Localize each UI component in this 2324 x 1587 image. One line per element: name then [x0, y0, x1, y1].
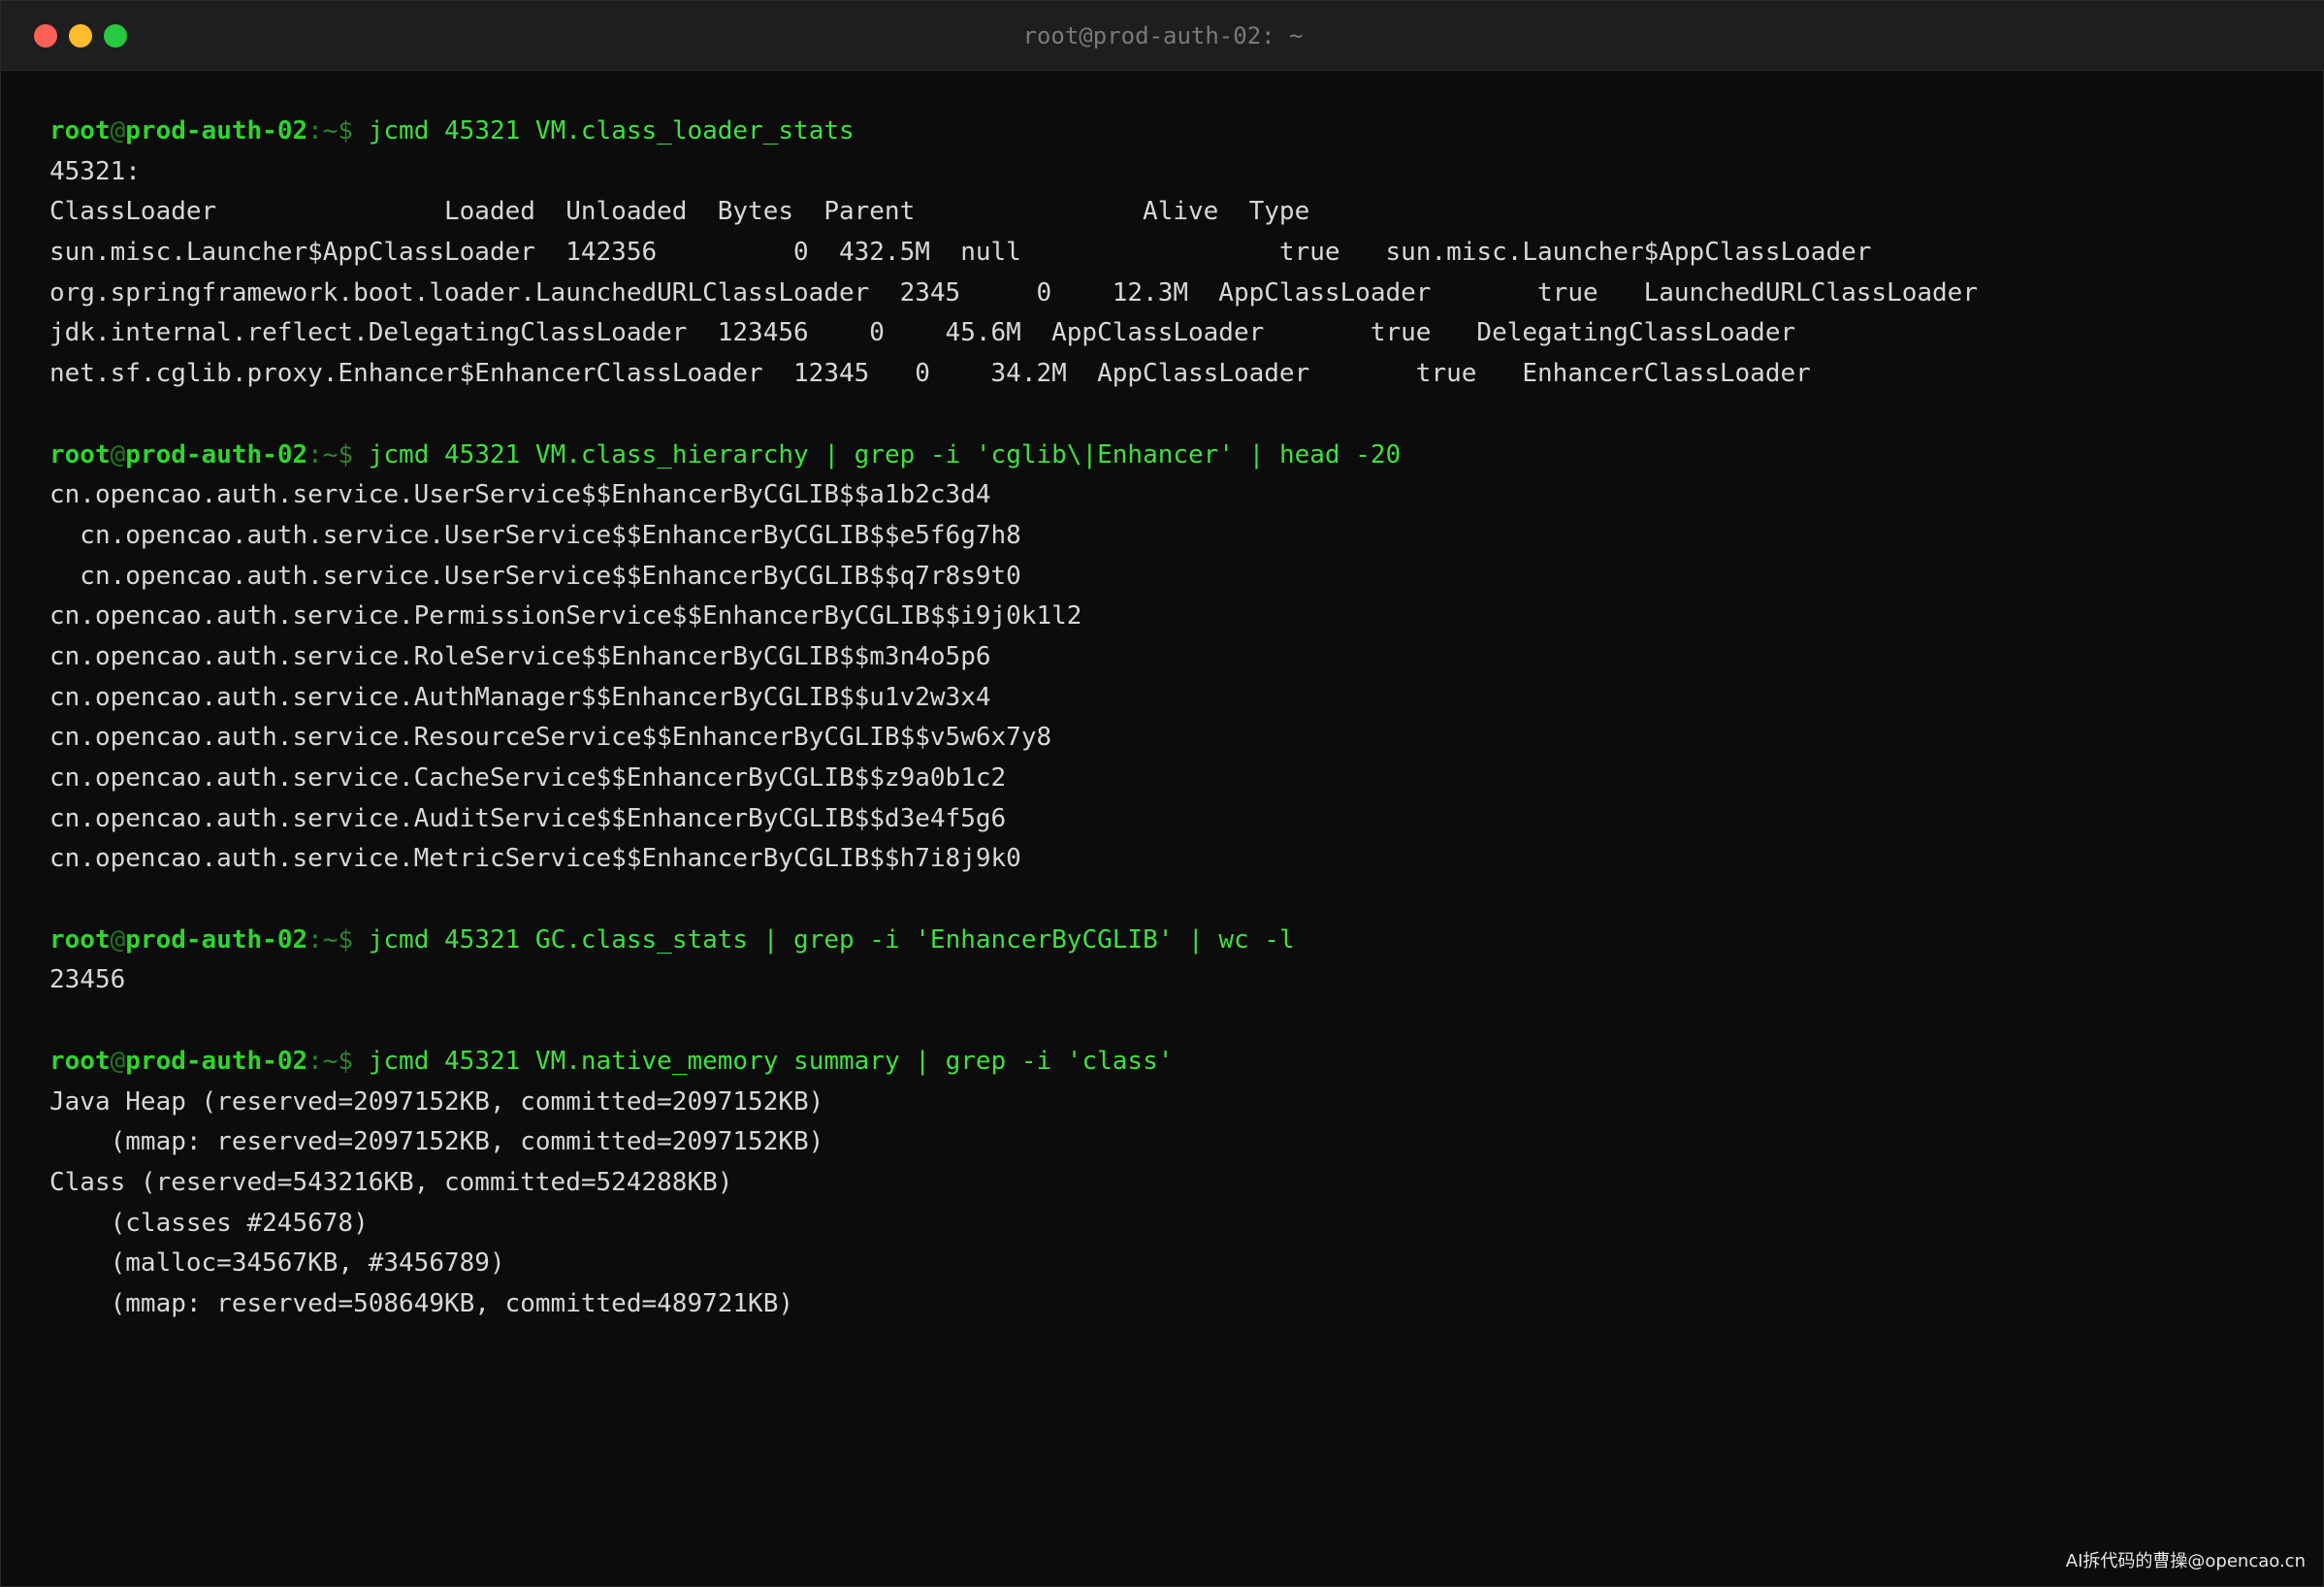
prompt-cwd: :~$ [307, 1046, 369, 1076]
output-line: cn.opencao.auth.service.ResourceService$… [49, 723, 1052, 753]
output-line: cn.opencao.auth.service.UserService$$Enh… [49, 480, 991, 510]
terminal-output[interactable]: root@prod-auth-02:~$ jcmd 45321 VM.class… [49, 112, 2294, 1325]
output-line: ClassLoader Loaded Unloaded Bytes Parent… [49, 197, 1310, 227]
prompt-line: root@prod-auth-02:~$ jcmd 45321 VM.class… [49, 112, 2294, 152]
prompt-user: root [49, 924, 111, 955]
output-line: cn.opencao.auth.service.CacheService$$En… [49, 763, 1007, 793]
prompt-at: @ [110, 439, 126, 470]
prompt-host: prod-auth-02 [125, 1046, 308, 1076]
output-line: cn.opencao.auth.service.AuthManager$$Enh… [49, 682, 991, 712]
prompt-line: root@prod-auth-02:~$ jcmd 45321 VM.class… [49, 436, 2294, 476]
output-line: sun.misc.Launcher$AppClassLoader 142356 … [49, 238, 1872, 268]
command-text: jcmd 45321 GC.class_stats | grep -i 'Enh… [368, 924, 1295, 955]
prompt-cwd: :~$ [307, 116, 369, 146]
prompt-line: root@prod-auth-02:~$ jcmd 45321 VM.nativ… [49, 1042, 2294, 1083]
output-line: Java Heap (reserved=2097152KB, committed… [49, 1086, 824, 1117]
command-text: jcmd 45321 VM.class_loader_stats [368, 116, 855, 146]
output-line: org.springframework.boot.loader.Launched… [49, 277, 1978, 308]
prompt-host: prod-auth-02 [125, 924, 308, 955]
prompt-user: root [49, 439, 111, 470]
output-line: cn.opencao.auth.service.PermissionServic… [49, 601, 1082, 632]
command-text: jcmd 45321 VM.class_hierarchy | grep -i … [368, 439, 1402, 470]
prompt-line: root@prod-auth-02:~$ jcmd 45321 GC.class… [49, 921, 2294, 961]
output-line: (mmap: reserved=508649KB, committed=4897… [49, 1288, 794, 1318]
output-line: Class (reserved=543216KB, committed=5242… [49, 1167, 733, 1197]
terminal-window: root@prod-auth-02: ~ root@prod-auth-02:~… [0, 0, 2324, 1587]
output-line: cn.opencao.auth.service.RoleService$$Enh… [49, 641, 991, 671]
watermark: AI拆代码的曹操@opencao.cn [2065, 1551, 2306, 1571]
output-line: (malloc=34567KB, #3456789) [49, 1248, 505, 1279]
prompt-at: @ [110, 116, 126, 146]
output-line: 23456 [49, 965, 126, 995]
prompt-at: @ [110, 1046, 126, 1076]
prompt-user: root [49, 1046, 111, 1076]
output-line: jdk.internal.reflect.DelegatingClassLoad… [49, 318, 1796, 348]
output-line: (mmap: reserved=2097152KB, committed=209… [49, 1127, 824, 1157]
prompt-cwd: :~$ [307, 439, 369, 470]
output-line: cn.opencao.auth.service.UserService$$Enh… [49, 561, 1021, 591]
window-title: root@prod-auth-02: ~ [1022, 22, 1304, 49]
output-line: cn.opencao.auth.service.UserService$$Enh… [49, 520, 1021, 550]
prompt-host: prod-auth-02 [125, 439, 308, 470]
output-line: 45321: [49, 156, 141, 186]
prompt-cwd: :~$ [307, 924, 369, 955]
prompt-at: @ [110, 924, 126, 955]
output-line: cn.opencao.auth.service.MetricService$$E… [49, 844, 1021, 874]
command-text: jcmd 45321 VM.native_memory summary | gr… [368, 1046, 1174, 1076]
title-bar: root@prod-auth-02: ~ [1, 1, 2324, 71]
prompt-host: prod-auth-02 [125, 116, 308, 146]
output-line: net.sf.cglib.proxy.Enhancer$EnhancerClas… [49, 359, 1811, 389]
output-line: cn.opencao.auth.service.AuditService$$En… [49, 803, 1007, 833]
prompt-user: root [49, 116, 111, 146]
output-line: (classes #245678) [49, 1208, 369, 1238]
